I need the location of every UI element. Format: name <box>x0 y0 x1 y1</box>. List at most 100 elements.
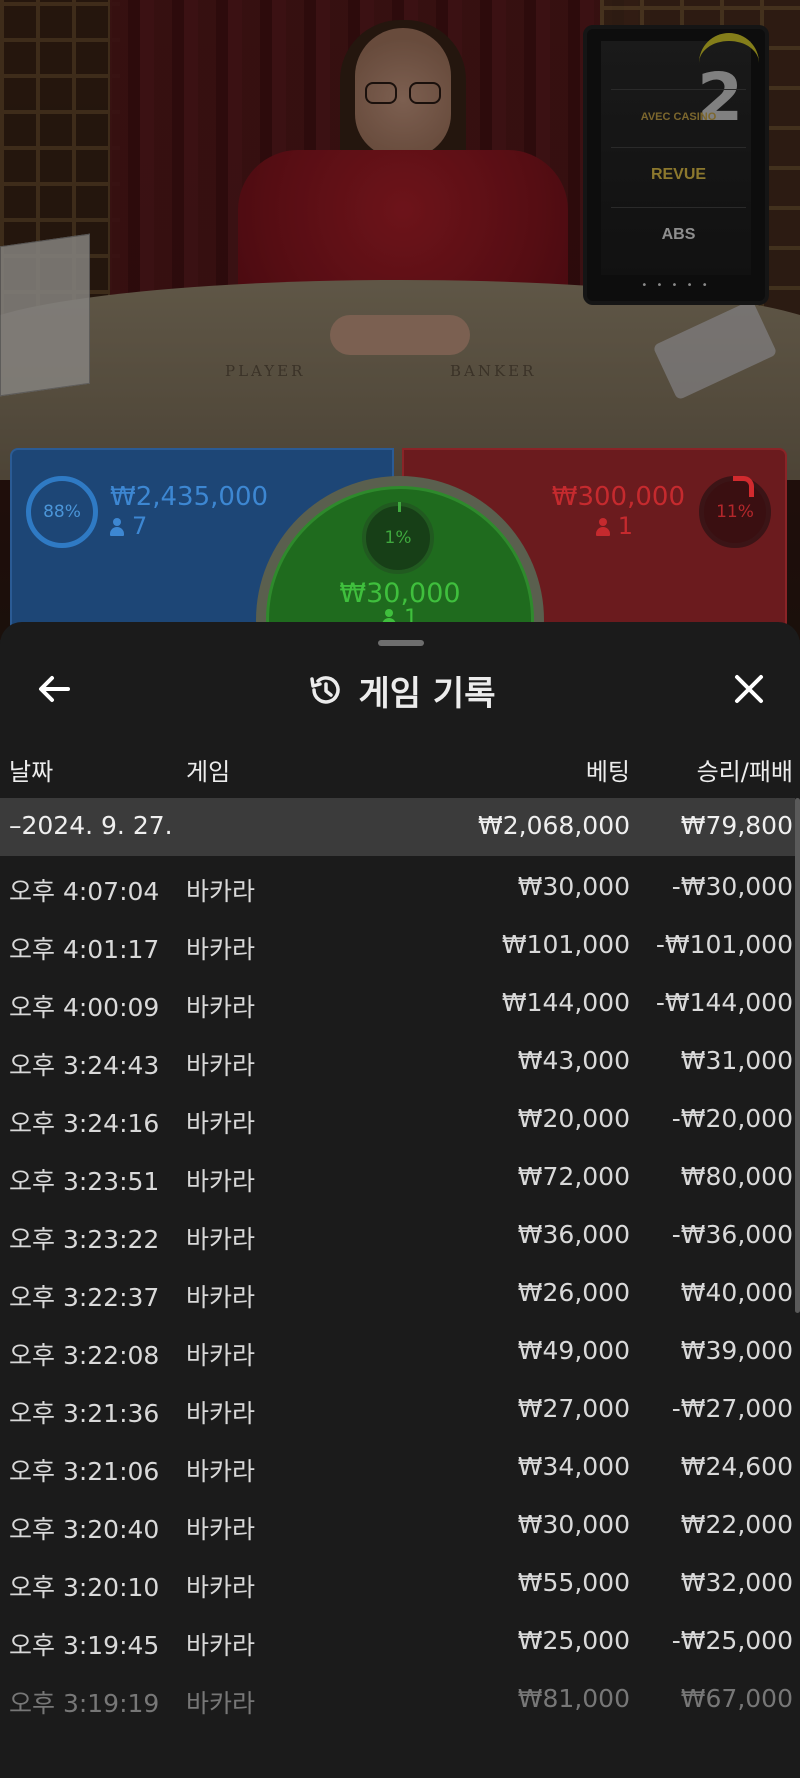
history-icon <box>309 676 340 704</box>
banker-count-value: 1 <box>617 512 633 540</box>
row-time: 오후 4:01:17 <box>9 935 160 964</box>
banker-bettor-count: 1 <box>595 512 633 540</box>
history-row[interactable]: 오후 3:20:10 바카라 ₩55,000 ₩32,000 <box>0 1552 800 1610</box>
app-root: PLAYER BANKER 2 AVEC CASINO REVUE ABS • … <box>0 0 800 1778</box>
history-row[interactable]: 오후 3:21:36 바카라 ₩27,000 -₩27,000 <box>0 1378 800 1436</box>
row-bet: ₩30,000 <box>517 872 630 901</box>
history-row[interactable]: 오후 3:23:51 바카라 ₩72,000 ₩80,000 <box>0 1146 800 1204</box>
row-game: 바카라 <box>186 1399 256 1428</box>
tie-percent-ring: 1% <box>362 502 434 574</box>
player-total-amount: ₩2,435,000 <box>110 482 269 512</box>
row-win-loss: -₩30,000 <box>671 872 793 901</box>
person-icon <box>595 518 610 536</box>
column-header-date: 날짜 <box>9 758 54 786</box>
row-bet: ₩20,000 <box>517 1104 630 1133</box>
summary-date: –2024. 9. 27. <box>9 811 173 840</box>
row-game: 바카라 <box>186 935 256 964</box>
summary-bet-total: ₩2,068,000 <box>478 811 630 840</box>
row-bet: ₩101,000 <box>501 930 630 959</box>
row-game: 바카라 <box>186 1167 256 1196</box>
row-time: 오후 3:22:37 <box>9 1283 160 1312</box>
row-game: 바카라 <box>186 993 256 1022</box>
row-game: 바카라 <box>186 1341 256 1370</box>
row-game: 바카라 <box>186 1225 256 1254</box>
row-game: 바카라 <box>186 1051 256 1080</box>
row-game: 바카라 <box>186 1109 256 1138</box>
banker-percent: 11% <box>716 502 754 522</box>
row-bet: ₩27,000 <box>517 1394 630 1423</box>
history-row[interactable]: 오후 3:23:22 바카라 ₩36,000 -₩36,000 <box>0 1204 800 1262</box>
row-bet: ₩144,000 <box>501 988 630 1017</box>
row-win-loss: ₩67,000 <box>680 1684 793 1713</box>
row-bet: ₩25,000 <box>517 1626 630 1655</box>
tie-percent: 1% <box>384 528 412 548</box>
close-button[interactable] <box>724 664 774 714</box>
history-row[interactable]: 오후 4:01:17 바카라 ₩101,000 -₩101,000 <box>0 914 800 972</box>
row-time: 오후 3:21:06 <box>9 1457 160 1486</box>
row-time: 오후 3:24:16 <box>9 1109 160 1138</box>
row-time: 오후 3:21:36 <box>9 1399 160 1428</box>
game-history-sheet: 게임 기록 날짜 게임 베팅 승리/패배 –2024. 9. 27. ₩2,06… <box>0 622 800 1778</box>
table-header: 날짜 게임 베팅 승리/패배 <box>0 752 800 792</box>
history-scrollbar[interactable] <box>795 798 800 1313</box>
row-bet: ₩36,000 <box>517 1220 630 1249</box>
row-bet: ₩49,000 <box>517 1336 630 1365</box>
row-time: 오후 3:24:43 <box>9 1051 160 1080</box>
row-bet: ₩34,000 <box>517 1452 630 1481</box>
history-row[interactable]: 오후 3:21:06 바카라 ₩34,000 ₩24,600 <box>0 1436 800 1494</box>
banker-total-amount: ₩300,000 <box>551 482 685 512</box>
player-percent-ring: 88% <box>26 476 98 548</box>
sheet-header: 게임 기록 <box>0 662 800 718</box>
row-game: 바카라 <box>186 1283 256 1312</box>
history-row[interactable]: 오후 3:24:43 바카라 ₩43,000 ₩31,000 <box>0 1030 800 1088</box>
history-list: 오후 4:07:04 바카라 ₩30,000 -₩30,000 오후 4:01:17 바카… <box>0 856 800 1726</box>
row-bet: ₩30,000 <box>517 1510 630 1539</box>
row-time: 오후 3:22:08 <box>9 1341 160 1370</box>
history-row[interactable]: 오후 4:07:04 바카라 ₩30,000 -₩30,000 <box>0 856 800 914</box>
row-game: 바카라 <box>186 1515 256 1544</box>
row-time: 오후 4:07:04 <box>9 877 160 906</box>
banker-percent-ring: 11% <box>699 476 771 548</box>
history-row[interactable]: 오후 4:00:09 바카라 ₩144,000 -₩144,000 <box>0 972 800 1030</box>
row-win-loss: -₩20,000 <box>671 1104 793 1133</box>
column-header-game: 게임 <box>186 758 231 786</box>
row-win-loss: ₩22,000 <box>680 1510 793 1539</box>
row-time: 오후 3:19:45 <box>9 1631 160 1660</box>
history-row[interactable]: 오후 3:24:16 바카라 ₩20,000 -₩20,000 <box>0 1088 800 1146</box>
player-bettor-count: 7 <box>110 512 147 540</box>
row-game: 바카라 <box>186 877 256 906</box>
date-summary-row[interactable]: –2024. 9. 27. ₩2,068,000 ₩79,800 <box>0 798 795 856</box>
row-win-loss: ₩80,000 <box>680 1162 793 1191</box>
row-win-loss: ₩39,000 <box>680 1336 793 1365</box>
row-win-loss: -₩27,000 <box>671 1394 793 1423</box>
history-row[interactable]: 오후 3:19:19 바카라 ₩81,000 ₩67,000 <box>0 1668 800 1726</box>
column-header-bet: 베팅 <box>585 758 630 786</box>
row-game: 바카라 <box>186 1631 256 1660</box>
history-row[interactable]: 오후 3:19:45 바카라 ₩25,000 -₩25,000 <box>0 1610 800 1668</box>
row-time: 오후 3:19:19 <box>9 1689 160 1718</box>
row-time: 오후 3:23:22 <box>9 1225 160 1254</box>
history-row[interactable]: 오후 3:20:40 바카라 ₩30,000 ₩22,000 <box>0 1494 800 1552</box>
person-icon <box>110 518 124 536</box>
row-win-loss: ₩31,000 <box>680 1046 793 1075</box>
row-win-loss: ₩24,600 <box>680 1452 793 1481</box>
row-win-loss: -₩36,000 <box>671 1220 793 1249</box>
sheet-drag-handle[interactable] <box>378 640 424 646</box>
row-game: 바카라 <box>186 1689 256 1718</box>
summary-win-loss-total: ₩79,800 <box>680 811 793 840</box>
sheet-title: 게임 기록 <box>358 673 496 714</box>
history-row[interactable]: 오후 3:22:08 바카라 ₩49,000 ₩39,000 <box>0 1320 800 1378</box>
history-row[interactable]: 오후 3:22:37 바카라 ₩26,000 ₩40,000 <box>0 1262 800 1320</box>
row-time: 오후 4:00:09 <box>9 993 160 1022</box>
row-bet: ₩72,000 <box>517 1162 630 1191</box>
row-bet: ₩55,000 <box>517 1568 630 1597</box>
row-time: 오후 3:20:10 <box>9 1573 160 1602</box>
player-count-value: 7 <box>132 512 148 540</box>
row-bet: ₩81,000 <box>517 1684 630 1713</box>
row-bet: ₩26,000 <box>517 1278 630 1307</box>
row-game: 바카라 <box>186 1457 256 1486</box>
row-win-loss: ₩40,000 <box>680 1278 793 1307</box>
tie-total-amount: ₩30,000 <box>339 578 461 609</box>
row-win-loss: -₩25,000 <box>671 1626 793 1655</box>
player-percent: 88% <box>43 502 81 522</box>
